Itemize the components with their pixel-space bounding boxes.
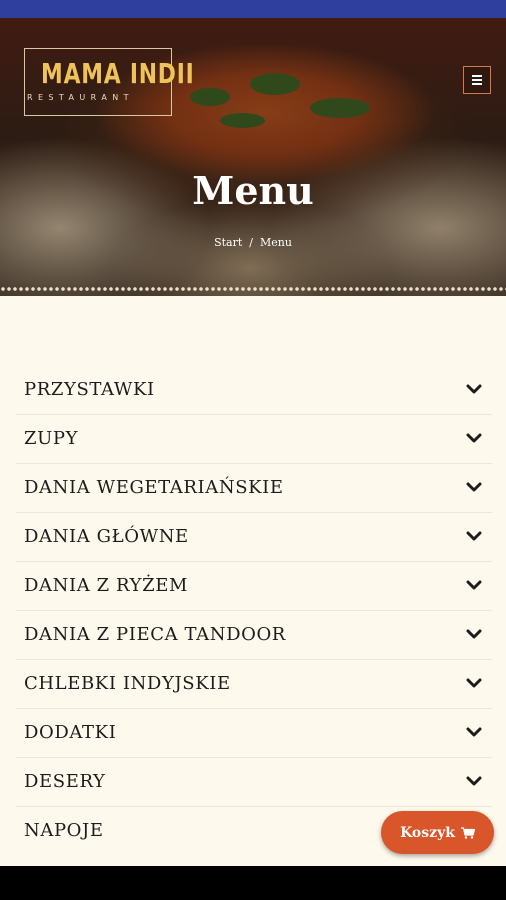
hero-banner: MAMA INDII RESTAURANT Menu Start / Menu — [0, 18, 506, 296]
decorative-dotted-border — [0, 286, 506, 292]
chevron-down-icon — [466, 580, 482, 590]
page-title: Menu — [192, 168, 314, 213]
category-label: DANIA GŁÓWNE — [24, 526, 189, 547]
breadcrumb-current: Menu — [259, 236, 292, 249]
category-dodatki[interactable]: DODATKI — [16, 709, 492, 758]
chevron-down-icon — [466, 776, 482, 786]
system-navigation-bar — [0, 866, 506, 900]
category-label: CHLEBKI INDYJSKIE — [24, 673, 231, 694]
chevron-down-icon — [466, 531, 482, 541]
hamburger-menu-button[interactable] — [463, 66, 491, 94]
category-label: DANIA WEGETARIAŃSKIE — [24, 477, 284, 498]
restaurant-logo[interactable]: MAMA INDII RESTAURANT — [24, 48, 195, 116]
chevron-down-icon — [466, 384, 482, 394]
category-dania-wegetarianskie[interactable]: DANIA WEGETARIAŃSKIE — [16, 464, 492, 513]
category-label: DANIA Z RYŻEM — [24, 575, 188, 596]
category-przystawki[interactable]: PRZYSTAWKI — [16, 366, 492, 415]
category-label: DANIA Z PIECA TANDOOR — [24, 624, 286, 645]
status-bar — [0, 0, 506, 18]
breadcrumb: Start / Menu — [0, 236, 506, 249]
chevron-down-icon — [466, 433, 482, 443]
chevron-down-icon — [466, 727, 482, 737]
chevron-down-icon — [466, 629, 482, 639]
breadcrumb-separator: / — [249, 236, 253, 249]
category-dania-z-ryzem[interactable]: DANIA Z RYŻEM — [16, 562, 492, 611]
logo-subtitle: RESTAURANT — [27, 93, 134, 102]
category-dania-glowne[interactable]: DANIA GŁÓWNE — [16, 513, 492, 562]
category-chlebki-indyjskie[interactable]: CHLEBKI INDYJSKIE — [16, 660, 492, 709]
chevron-down-icon — [466, 678, 482, 688]
menu-category-list: PRZYSTAWKI ZUPY DANIA WEGETARIAŃSKIE DAN… — [16, 366, 492, 856]
chevron-down-icon — [466, 482, 482, 492]
category-zupy[interactable]: ZUPY — [16, 415, 492, 464]
category-label: DODATKI — [24, 722, 117, 743]
category-label: ZUPY — [24, 428, 79, 449]
breadcrumb-home-link[interactable]: Start — [214, 236, 242, 249]
cart-button[interactable]: Koszyk — [381, 811, 494, 854]
category-label: PRZYSTAWKI — [24, 379, 155, 400]
shopping-cart-icon — [460, 826, 475, 839]
category-dania-z-pieca-tandoor[interactable]: DANIA Z PIECA TANDOOR — [16, 611, 492, 660]
category-label: DESERY — [24, 771, 106, 792]
cart-label: Koszyk — [400, 824, 455, 841]
logo-title: MAMA INDII — [41, 57, 195, 90]
hamburger-menu-icon — [472, 75, 482, 77]
category-label: NAPOJE — [24, 820, 104, 841]
category-desery[interactable]: DESERY — [16, 758, 492, 807]
hamburger-menu-icon — [472, 79, 482, 81]
hamburger-menu-icon — [472, 83, 482, 85]
